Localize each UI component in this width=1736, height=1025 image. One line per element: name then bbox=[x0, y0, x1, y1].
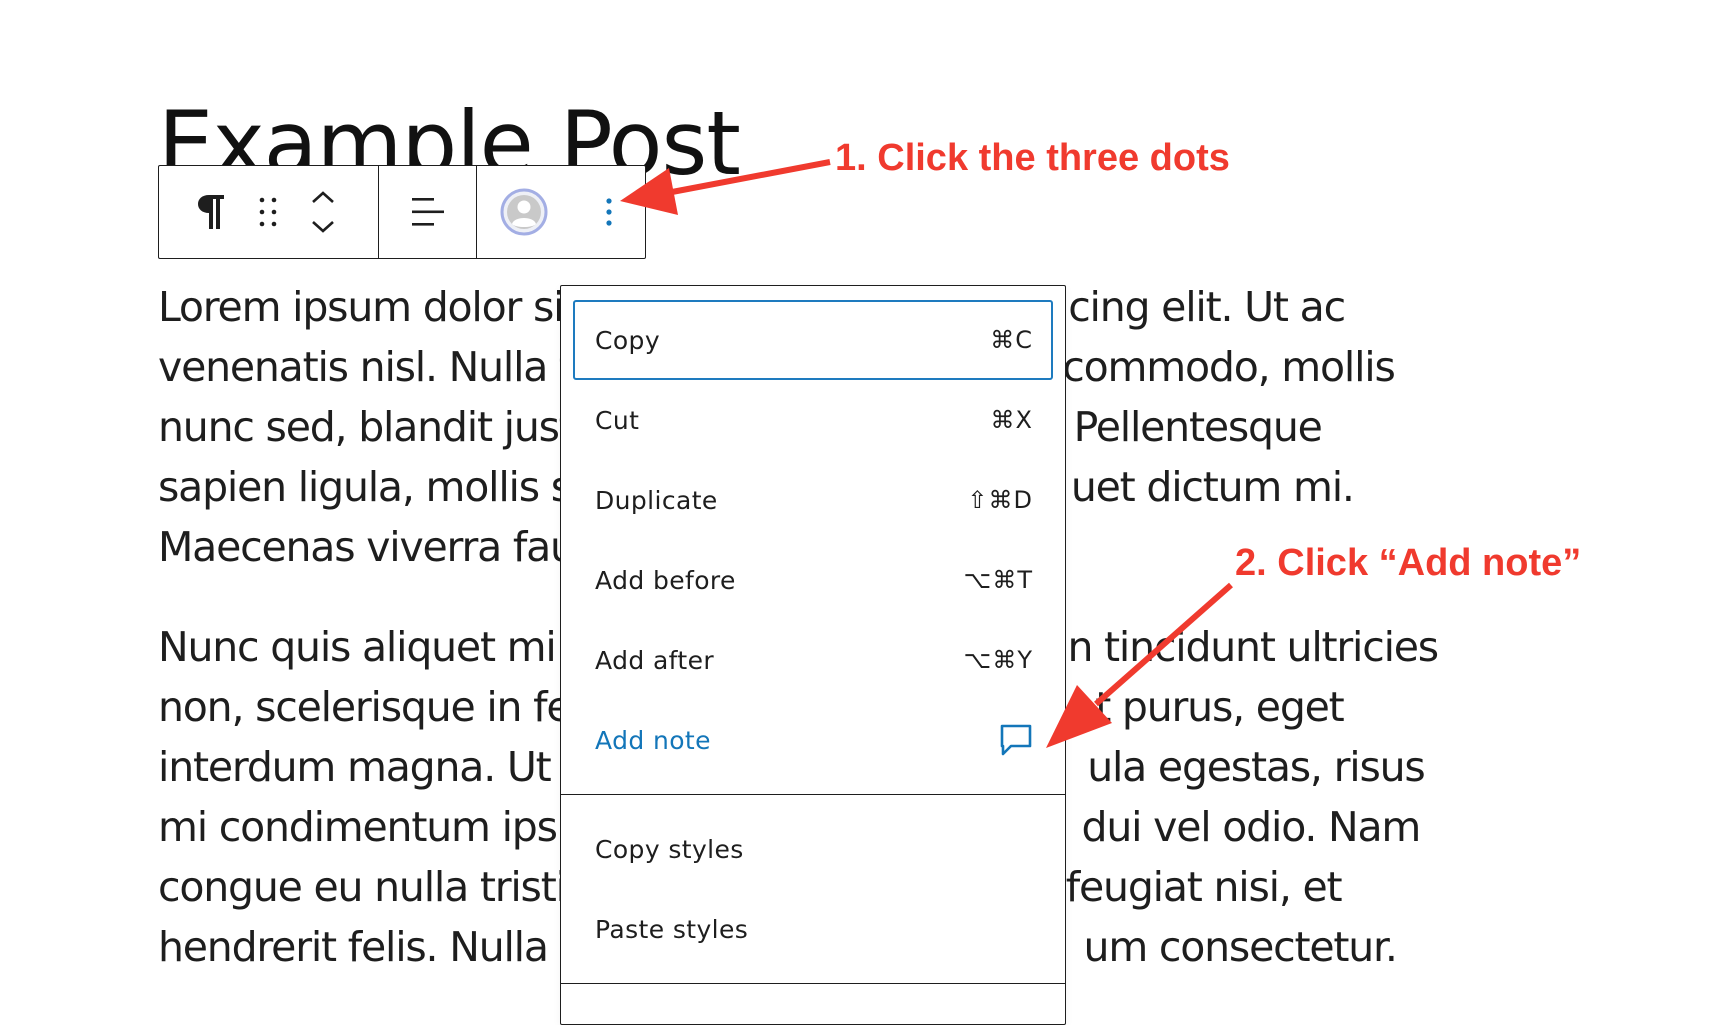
menu-item-label: Add before bbox=[595, 565, 736, 595]
align-button[interactable] bbox=[398, 182, 458, 242]
menu-item-copy-styles[interactable]: Copy styles bbox=[573, 809, 1053, 889]
menu-item-shortcut: ⌥⌘Y bbox=[963, 646, 1033, 674]
avatar-icon bbox=[500, 188, 548, 236]
toolbar-group-more bbox=[476, 166, 645, 258]
mover-controls bbox=[301, 182, 345, 242]
move-down-button[interactable] bbox=[301, 212, 345, 242]
menu-item-label: Paste styles bbox=[595, 914, 749, 944]
menu-item-shortcut: ⌥⌘T bbox=[963, 566, 1033, 594]
menu-section-actions: Copy ⌘C Cut ⌘X Duplicate ⇧⌘D Add before … bbox=[561, 286, 1065, 794]
menu-item-label: Duplicate bbox=[595, 485, 718, 515]
menu-item-label: Copy styles bbox=[595, 834, 744, 864]
annotation-step-1: 1. Click the three dots bbox=[835, 137, 1230, 179]
menu-item-shortcut: ⌘X bbox=[990, 406, 1033, 434]
move-down-icon bbox=[312, 221, 334, 233]
drag-handle-icon bbox=[259, 197, 277, 227]
toolbar-group-block bbox=[159, 166, 378, 258]
more-options-icon bbox=[606, 198, 612, 226]
menu-item-shortcut: ⇧⌘D bbox=[967, 486, 1033, 514]
annotation-step-2: 2. Click “Add note” bbox=[1235, 542, 1582, 584]
menu-item-cut[interactable]: Cut ⌘X bbox=[573, 380, 1053, 460]
menu-item-shortcut: ⌘C bbox=[990, 326, 1033, 354]
more-options-button[interactable] bbox=[589, 182, 629, 242]
paragraph-icon bbox=[198, 195, 224, 229]
comment-icon bbox=[1000, 724, 1032, 756]
block-toolbar bbox=[158, 165, 646, 259]
avatar-button[interactable] bbox=[499, 187, 549, 237]
menu-item-label: Cut bbox=[595, 405, 640, 435]
menu-item-label: Add note bbox=[595, 725, 711, 755]
block-options-menu: Copy ⌘C Cut ⌘X Duplicate ⇧⌘D Add before … bbox=[560, 285, 1066, 1025]
toolbar-group-align bbox=[378, 166, 476, 258]
menu-item-add-before[interactable]: Add before ⌥⌘T bbox=[573, 540, 1053, 620]
move-up-button[interactable] bbox=[301, 182, 345, 212]
menu-item-add-after[interactable]: Add after ⌥⌘Y bbox=[573, 620, 1053, 700]
paragraph-block-type-button[interactable] bbox=[189, 182, 233, 242]
move-up-icon bbox=[312, 191, 334, 203]
menu-item-paste-styles[interactable]: Paste styles bbox=[573, 889, 1053, 969]
menu-item-copy[interactable]: Copy ⌘C bbox=[573, 300, 1053, 380]
align-icon bbox=[411, 198, 444, 226]
drag-handle-button[interactable] bbox=[239, 182, 297, 242]
menu-item-label: Copy bbox=[595, 325, 661, 355]
menu-item-label: Add after bbox=[595, 645, 715, 675]
menu-item-duplicate[interactable]: Duplicate ⇧⌘D bbox=[573, 460, 1053, 540]
menu-item-add-note[interactable]: Add note bbox=[573, 700, 1053, 780]
menu-section-styles: Copy styles Paste styles bbox=[561, 794, 1065, 983]
